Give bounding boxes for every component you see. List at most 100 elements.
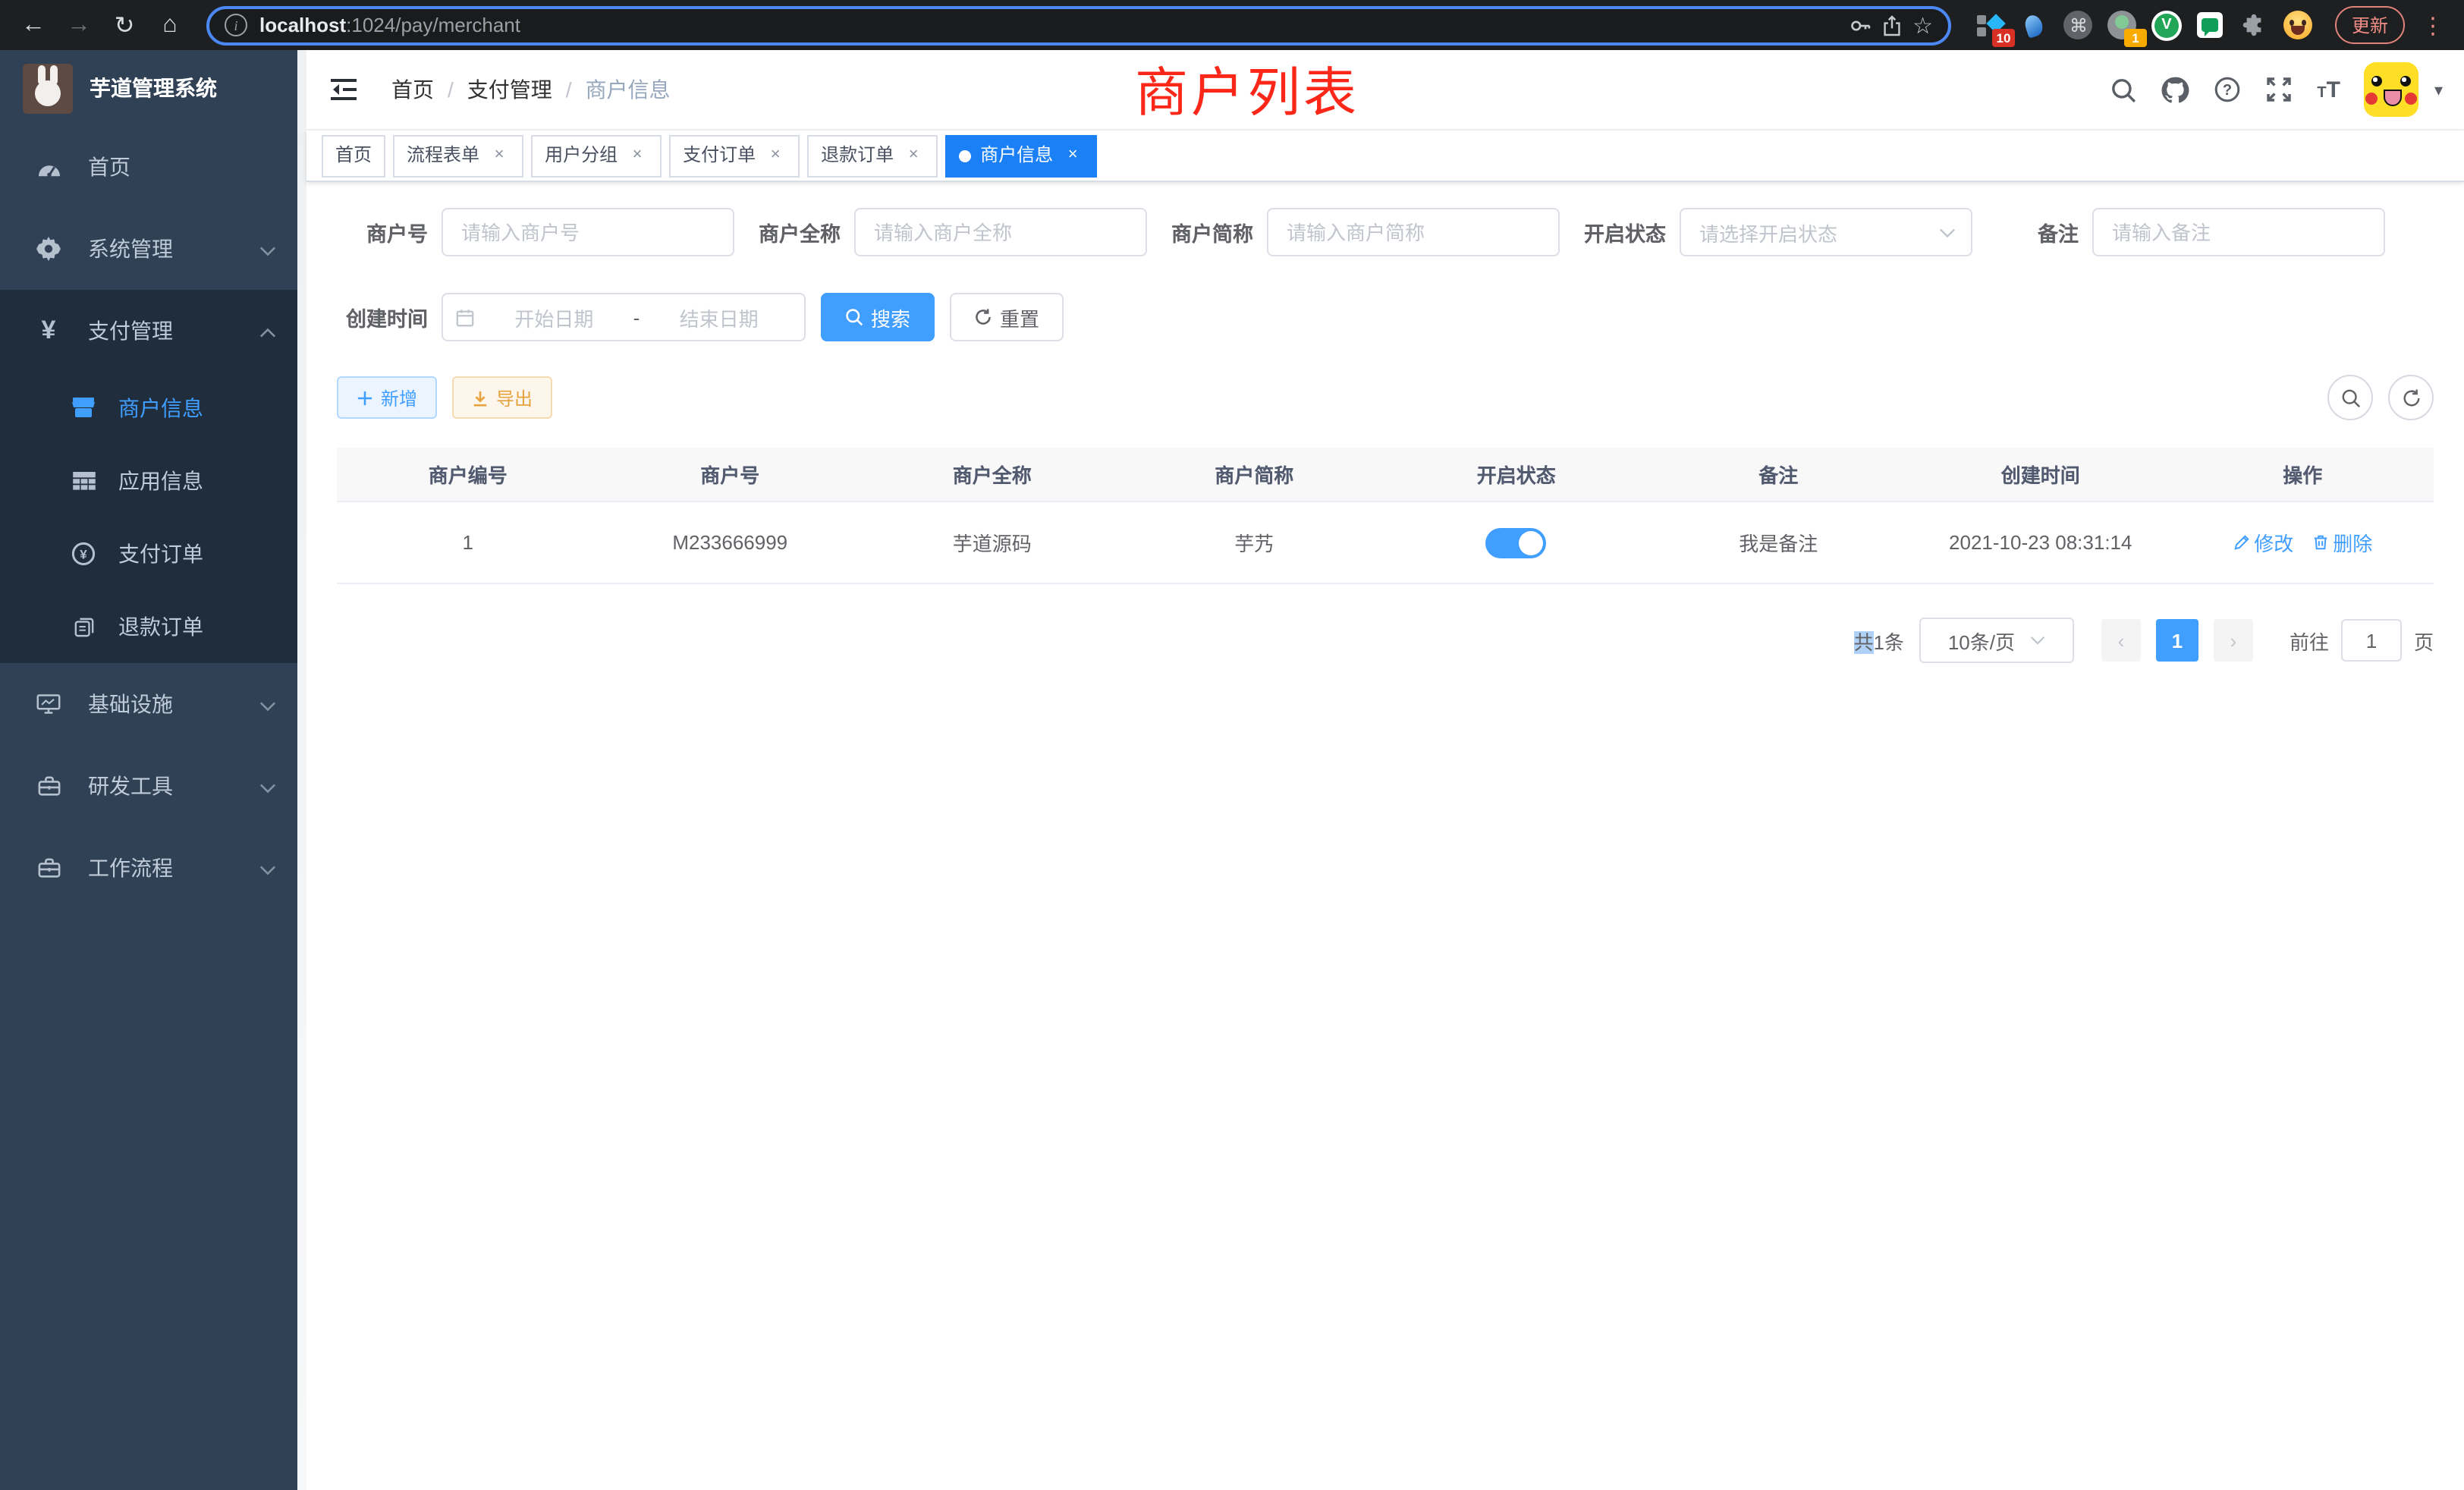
- gear-icon: [30, 237, 67, 261]
- tab-process-form[interactable]: 流程表单×: [393, 134, 523, 177]
- export-button[interactable]: 导出: [452, 376, 552, 419]
- cell-full-name: 芋道源码: [861, 528, 1124, 557]
- table-header-row: 商户编号 商户号 商户全称 商户简称 开启状态 备注 创建时间 操作: [337, 448, 2434, 502]
- site-info-icon[interactable]: i: [225, 14, 247, 36]
- chrome-update-button[interactable]: 更新: [2335, 6, 2405, 44]
- sidebar-item-pay-order[interactable]: ¥ 支付订单: [0, 517, 297, 590]
- extension-grid-icon[interactable]: 10: [1975, 10, 2006, 40]
- tab-home[interactable]: 首页: [322, 134, 385, 177]
- short-name-input[interactable]: [1267, 208, 1560, 256]
- app-navbar: 首页 / 支付管理 / 商户信息 ?: [306, 50, 2464, 130]
- full-name-label: 商户全称: [750, 217, 841, 247]
- sidebar: 芋道管理系统 首页 系统管理 ¥ 支付管理: [0, 50, 297, 1490]
- create-time-range-picker[interactable]: 开始日期 - 结束日期: [442, 293, 806, 341]
- pagination: 共1条 10条/页 ‹ 1 › 前往 页: [337, 618, 2434, 663]
- extension-chat-icon[interactable]: [2195, 10, 2226, 40]
- delete-link[interactable]: 删除: [2312, 528, 2372, 557]
- close-icon[interactable]: ×: [903, 145, 924, 166]
- add-button[interactable]: 新增: [337, 376, 437, 419]
- extension-command-icon[interactable]: ⌘: [2063, 10, 2094, 40]
- avatar-caret-icon[interactable]: ▾: [2434, 80, 2443, 99]
- toolbox-icon: [30, 857, 67, 879]
- extension-badge: 1: [2124, 28, 2147, 46]
- yen-icon: ¥: [30, 316, 67, 346]
- full-name-input[interactable]: [854, 208, 1147, 256]
- extensions-puzzle-icon[interactable]: [2239, 10, 2270, 40]
- next-page-button[interactable]: ›: [2214, 619, 2253, 662]
- close-icon[interactable]: ×: [1062, 145, 1083, 166]
- navbar-actions: ? TT ▾: [2110, 62, 2443, 117]
- breadcrumb-pay[interactable]: 支付管理: [467, 74, 552, 105]
- sidebar-item-dev-tools[interactable]: 研发工具: [0, 745, 297, 827]
- sidebar-item-home[interactable]: 首页: [0, 126, 297, 208]
- tab-merchant-info[interactable]: 商户信息×: [945, 134, 1097, 177]
- browser-window: ← → ↻ ⌂ i localhost:1024/pay/merchant ☆ …: [0, 0, 2464, 1490]
- edit-icon: [2233, 534, 2249, 551]
- cell-merchant-no: M233666999: [599, 531, 862, 554]
- remark-input[interactable]: [2092, 208, 2385, 256]
- app-logo-row[interactable]: 芋道管理系统: [0, 50, 297, 126]
- sidebar-item-app-info[interactable]: 应用信息: [0, 445, 297, 517]
- bookmark-star-icon[interactable]: ☆: [1912, 11, 1933, 39]
- extension-kite-icon[interactable]: [2019, 10, 2050, 40]
- status-select[interactable]: 请选择开启状态: [1680, 208, 1972, 256]
- cell-short-name: 芋艿: [1124, 528, 1386, 557]
- home-button[interactable]: ⌂: [152, 7, 188, 43]
- reload-button[interactable]: ↻: [106, 7, 143, 43]
- page-number-1[interactable]: 1: [2156, 619, 2198, 662]
- search-icon: [845, 308, 863, 326]
- remark-label: 备注: [1988, 217, 2079, 247]
- main-area: 首页 / 支付管理 / 商户信息 ?: [306, 50, 2464, 1490]
- header-search-icon[interactable]: [2110, 77, 2136, 102]
- chevron-down-icon: [2030, 636, 2045, 645]
- filter-row-2: 创建时间 开始日期 - 结束日期 搜索 重置: [337, 293, 2434, 341]
- pay-submenu: 商户信息 应用信息 ¥ 支付订单: [0, 372, 297, 663]
- password-key-icon[interactable]: [1849, 14, 1870, 36]
- close-icon[interactable]: ×: [765, 145, 786, 166]
- short-name-label: 商户简称: [1162, 217, 1253, 247]
- app-title: 芋道管理系统: [90, 73, 217, 103]
- page-size-select[interactable]: 10条/页: [1919, 618, 2074, 663]
- close-icon[interactable]: ×: [627, 145, 648, 166]
- forward-button[interactable]: →: [61, 7, 97, 43]
- extension-recorder-icon[interactable]: 1: [2107, 10, 2138, 40]
- share-icon[interactable]: [1882, 14, 1900, 36]
- tab-user-group[interactable]: 用户分组×: [531, 134, 662, 177]
- breadcrumb-home[interactable]: 首页: [391, 74, 434, 105]
- fullscreen-icon[interactable]: [2265, 76, 2293, 103]
- github-icon[interactable]: [2161, 75, 2189, 104]
- help-icon[interactable]: ?: [2214, 76, 2241, 103]
- reset-button[interactable]: 重置: [950, 293, 1064, 341]
- search-button[interactable]: 搜索: [821, 293, 935, 341]
- refresh-table-button[interactable]: [2388, 375, 2434, 420]
- tab-pay-order[interactable]: 支付订单×: [669, 134, 800, 177]
- vue-devtools-icon[interactable]: V: [2151, 10, 2182, 40]
- user-avatar[interactable]: [2365, 62, 2419, 117]
- profile-emoji-icon[interactable]: [2283, 10, 2314, 40]
- tab-refund-order[interactable]: 退款订单×: [807, 134, 938, 177]
- goto-page-input[interactable]: [2341, 619, 2402, 662]
- address-bar[interactable]: i localhost:1024/pay/merchant ☆: [206, 5, 1951, 45]
- edit-link[interactable]: 修改: [2233, 528, 2293, 557]
- merchant-no-input[interactable]: [442, 208, 734, 256]
- prev-page-button[interactable]: ‹: [2101, 619, 2141, 662]
- sidebar-item-pay[interactable]: ¥ 支付管理: [0, 290, 297, 372]
- close-icon[interactable]: ×: [489, 145, 510, 166]
- sidebar-item-refund-order[interactable]: 退款订单: [0, 590, 297, 663]
- toggle-search-button[interactable]: [2327, 375, 2373, 420]
- sidebar-item-workflow[interactable]: 工作流程: [0, 827, 297, 909]
- text-size-icon[interactable]: TT: [2317, 77, 2340, 102]
- sidebar-item-infra[interactable]: 基础设施: [0, 663, 297, 745]
- chevron-down-icon: [259, 856, 276, 880]
- chevron-down-icon: [259, 692, 276, 716]
- sidebar-scrollbar[interactable]: [297, 50, 306, 1490]
- sidebar-item-merchant-info[interactable]: 商户信息: [0, 372, 297, 445]
- status-toggle[interactable]: [1486, 527, 1547, 558]
- back-button[interactable]: ←: [15, 7, 52, 43]
- sidebar-item-system[interactable]: 系统管理: [0, 208, 297, 290]
- browser-menu-icon[interactable]: ⋮: [2417, 11, 2449, 39]
- goto-label: 前往: [2290, 626, 2329, 655]
- sidebar-toggle-icon[interactable]: [320, 76, 367, 103]
- cell-remark: 我是备注: [1648, 528, 1910, 557]
- grid-icon: [67, 472, 100, 490]
